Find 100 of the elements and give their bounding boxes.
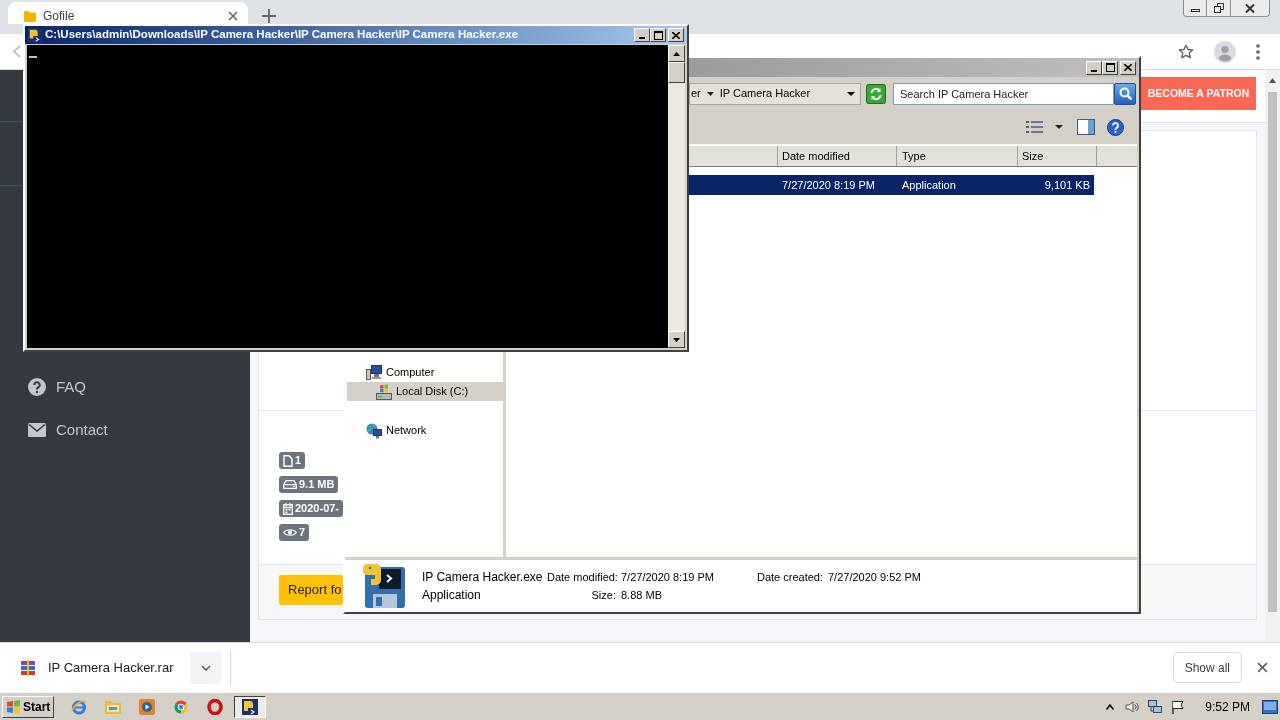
chevron-down-icon — [201, 664, 212, 671]
browser-icon[interactable] — [71, 698, 87, 715]
maximize-icon — [653, 30, 663, 40]
network-icon — [366, 422, 382, 439]
close-icon — [1124, 64, 1132, 71]
stat-value: 2020-07- — [295, 503, 340, 514]
file-icon — [283, 454, 293, 467]
close-button[interactable] — [1231, 0, 1270, 17]
file-row[interactable]: 7/27/2020 8:19 PM Application 9,101 KB — [689, 175, 1094, 195]
view-list-icon[interactable] — [1026, 121, 1043, 133]
field-label: Size: — [590, 588, 617, 603]
restore-icon — [1213, 3, 1224, 13]
navigation-item[interactable]: Local Disk (C:) — [347, 382, 503, 401]
caret-up-icon[interactable] — [1106, 703, 1115, 710]
field-label: Date modified: — [547, 570, 619, 585]
windows-flag-icon — [6, 699, 21, 714]
play-icon[interactable] — [139, 698, 155, 715]
search-button[interactable] — [1114, 82, 1136, 105]
dropdown-arrow-icon[interactable] — [847, 91, 855, 96]
sidebar-link[interactable]: FAQ — [0, 369, 250, 405]
computer-icon — [366, 365, 382, 380]
minimize-button[interactable] — [1183, 0, 1207, 17]
close-icon — [228, 11, 238, 21]
breadcrumb-arrow-icon[interactable] — [706, 91, 714, 96]
breadcrumb[interactable]: er — [690, 85, 701, 102]
table-cell-text: Application — [901, 177, 957, 193]
preview-pane-icon[interactable] — [1077, 119, 1095, 135]
close-icon — [672, 31, 680, 39]
folder-icon[interactable] — [105, 699, 121, 714]
show-all-button[interactable]: Show all — [1172, 652, 1242, 683]
table-cell-text: 9,101 KB — [1043, 177, 1091, 193]
star-icon[interactable] — [1178, 43, 1194, 60]
envelope-icon — [28, 423, 46, 437]
navigation-item[interactable]: Computer — [347, 363, 503, 382]
scroll-down-button[interactable] — [668, 331, 685, 348]
file-name: IP Camera Hacker.exe — [422, 569, 544, 586]
task-button[interactable] — [234, 695, 266, 718]
search-field[interactable]: Search IP Camera Hacker — [893, 82, 1114, 105]
column-header[interactable]: Type — [897, 146, 1018, 166]
menu-icon[interactable] — [1256, 43, 1260, 60]
refresh-icon — [866, 83, 886, 104]
browser-tab[interactable]: Gofile — [8, 2, 248, 24]
table-cell-text: 7/27/2020 8:19 PM — [781, 177, 876, 193]
restore-button[interactable] — [1207, 0, 1231, 17]
start-button[interactable]: Start — [2, 695, 54, 718]
calendar-icon — [283, 502, 293, 515]
app-icon — [242, 698, 258, 715]
profile-icon[interactable] — [1214, 40, 1236, 63]
breadcrumb[interactable]: IP Camera Hacker — [719, 85, 811, 102]
navigation-item[interactable]: Network — [347, 421, 503, 440]
field-value: 7/27/2020 8:19 PM — [621, 570, 715, 585]
close-download-bar-button[interactable] — [1257, 662, 1268, 673]
stat-value: 1 — [295, 455, 302, 466]
hard-drive-icon — [283, 480, 297, 489]
maximize-icon — [1105, 63, 1115, 72]
maximize-button[interactable] — [650, 28, 666, 42]
floppy-disk-icon — [362, 563, 408, 609]
column-header[interactable]: Date modified — [778, 146, 897, 166]
scroll-thumb[interactable] — [1268, 92, 1277, 612]
scroll-up-button[interactable] — [668, 45, 685, 62]
triangle-up-icon — [1269, 77, 1276, 83]
archive-icon — [20, 659, 36, 676]
column-header[interactable]: Size — [1018, 146, 1097, 166]
close-icon — [1245, 3, 1255, 13]
sidebar-link[interactable]: Contact — [0, 412, 250, 448]
clock: 9:52 PM — [1205, 698, 1250, 716]
flag-icon[interactable] — [1171, 699, 1186, 714]
ring-icon[interactable] — [207, 698, 223, 715]
minimize-icon — [1190, 9, 1200, 12]
show-desktop-icon[interactable] — [1262, 699, 1278, 714]
triangle-down-icon — [673, 337, 680, 342]
field-value: 8.88 MB — [621, 588, 663, 603]
plus-icon — [262, 9, 276, 23]
app-icon — [28, 28, 42, 42]
text-cursor-icon — [29, 56, 37, 58]
help-icon[interactable] — [1107, 118, 1124, 136]
maximize-button[interactable] — [1102, 60, 1118, 75]
wheel-icon[interactable] — [173, 698, 189, 715]
disk-drive-icon — [376, 383, 392, 400]
folder-icon — [24, 11, 36, 22]
report-button[interactable]: Report fo — [279, 575, 344, 605]
network-icon[interactable] — [1148, 699, 1163, 714]
field-value: 7/27/2020 9:52 PM — [828, 570, 921, 585]
speaker-icon[interactable] — [1125, 699, 1140, 714]
help-icon — [28, 378, 46, 396]
close-icon — [1257, 662, 1268, 673]
stat-value: 7 — [299, 527, 306, 538]
refresh-button[interactable] — [866, 83, 886, 104]
window-title: C:\Users\admin\Downloads\IP Camera Hacker\IP Camera Hacker\IP Camera Hacker.exe — [45, 27, 519, 43]
download-item[interactable]: IP Camera Hacker.rar — [20, 657, 174, 678]
search-icon — [1118, 87, 1132, 100]
file-type: Application — [422, 587, 482, 604]
eye-icon — [283, 528, 297, 537]
new-tab-button[interactable] — [262, 9, 276, 23]
stat-value: 9.1 MB — [299, 479, 335, 490]
tab-close-button[interactable] — [228, 11, 238, 21]
triangle-up-icon — [673, 51, 680, 56]
field-label: Date created: — [757, 570, 825, 585]
scroll-thumb[interactable] — [668, 62, 685, 83]
address-bar[interactable]: er IP Camera Hacker — [689, 82, 861, 105]
